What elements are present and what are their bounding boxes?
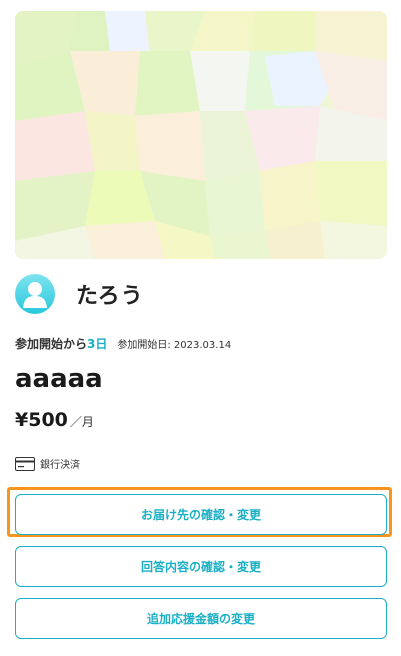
profile-header: たろう <box>15 273 144 315</box>
cover-image <box>15 11 387 259</box>
user-icon <box>23 282 47 308</box>
credit-card-icon <box>15 456 35 471</box>
avatar[interactable] <box>15 274 55 314</box>
participation-info: 参加開始から 3日 参加開始日: 2023.03.14 <box>15 335 231 352</box>
participation-days: 3日 <box>87 337 108 351</box>
delivery-address-button[interactable]: お届け先の確認・変更 <box>15 494 387 535</box>
payment-method-label: 銀行決済 <box>40 460 80 471</box>
payment-method: 銀行決済 <box>15 456 80 471</box>
additional-support-amount-button[interactable]: 追加応援金額の変更 <box>15 598 387 639</box>
answer-content-button[interactable]: 回答内容の確認・変更 <box>15 546 387 587</box>
plan-price: ¥500 ／月 <box>15 409 94 431</box>
price-unit: ／月 <box>69 415 94 429</box>
price-amount: ¥500 <box>15 409 68 431</box>
plan-title: aaaaa <box>15 364 103 394</box>
since-label: 参加開始から <box>15 337 88 351</box>
username: たろう <box>76 284 144 309</box>
start-date: 参加開始日: 2023.03.14 <box>117 340 232 351</box>
